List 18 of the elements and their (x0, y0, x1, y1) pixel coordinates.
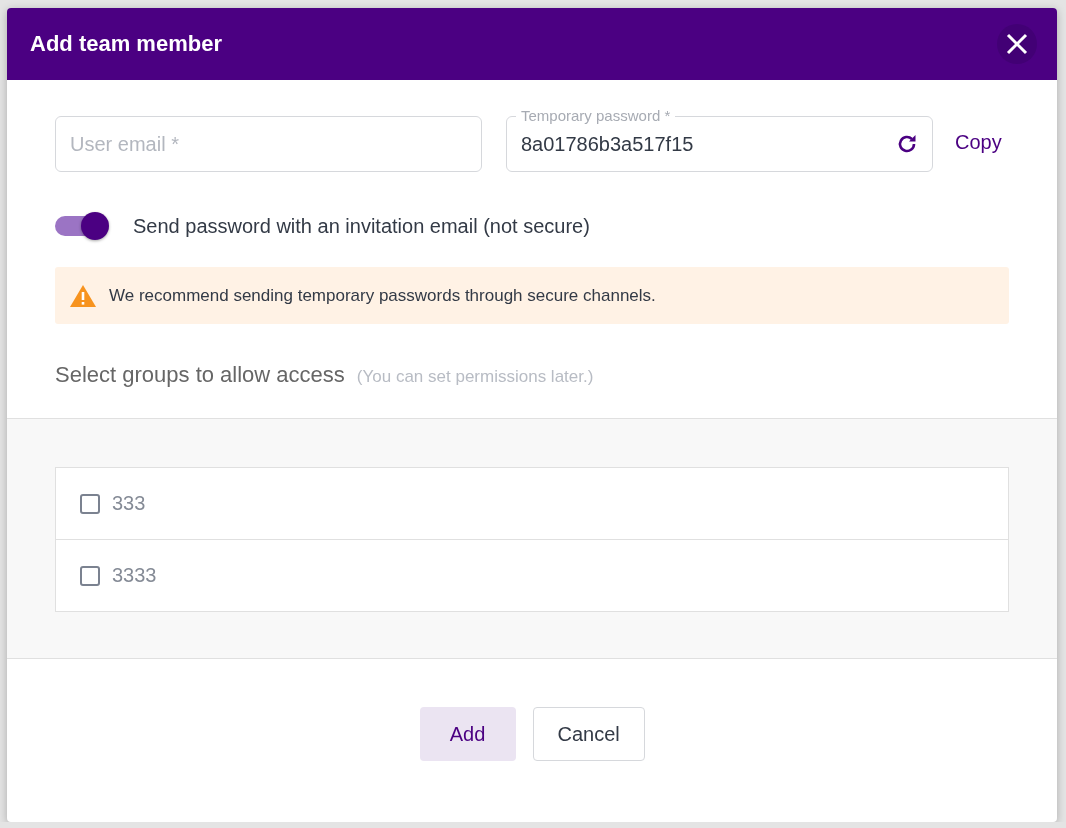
close-icon (1006, 33, 1028, 55)
toggle-switch[interactable] (55, 210, 109, 242)
group-name: 3333 (112, 564, 157, 587)
section-title: Select groups to allow access (55, 362, 345, 388)
toggle-label: Send password with an invitation email (not secure) (133, 214, 590, 238)
copy-link[interactable]: Copy (955, 131, 1002, 154)
close-button[interactable] (997, 24, 1037, 64)
group-name: 333 (112, 492, 146, 515)
add-button[interactable]: Add (419, 707, 516, 761)
warning-icon (69, 283, 97, 308)
email-field[interactable]: User email * (55, 116, 482, 172)
warning-text: We recommend sending temporary passwords through secure channels. (109, 285, 656, 306)
dialog-title: Add team member (30, 31, 222, 57)
field-label: Temporary password * (516, 107, 676, 124)
checkbox[interactable] (80, 565, 100, 586)
cancel-button[interactable]: Cancel (532, 707, 645, 761)
checkbox[interactable] (80, 493, 100, 514)
section-hint: (You can set permissions later.) (356, 367, 594, 387)
